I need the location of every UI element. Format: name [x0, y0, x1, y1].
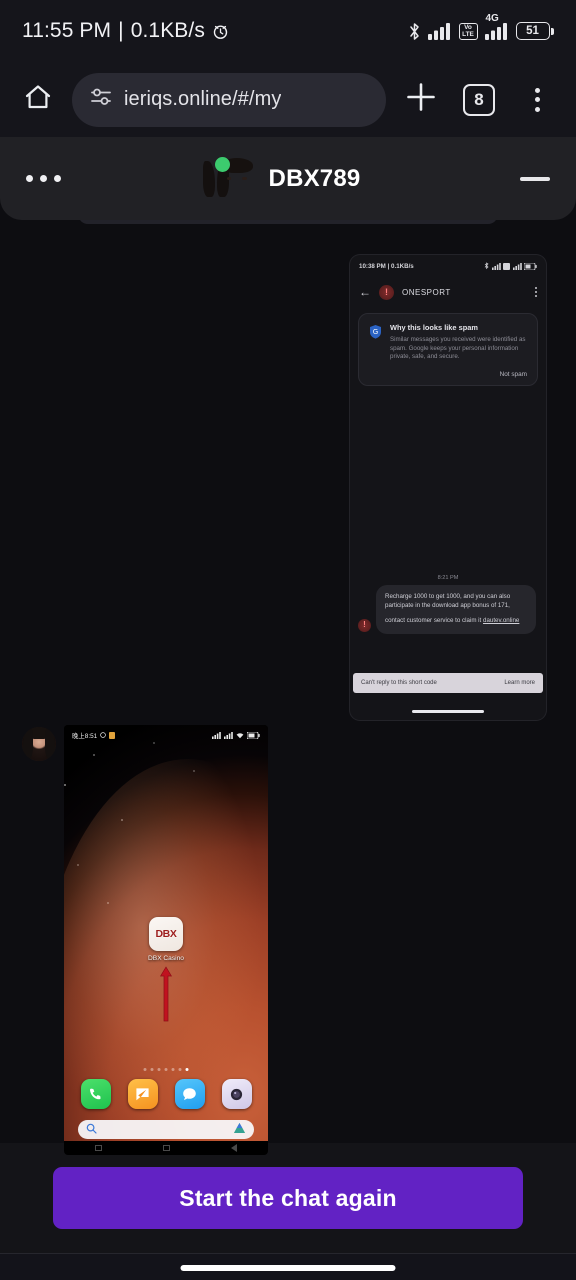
- spam-notice-title: Why this looks like spam: [390, 323, 478, 332]
- camera-app-icon[interactable]: [221, 1079, 252, 1109]
- battery-icon: 51: [515, 22, 554, 40]
- nested-home-status-right: [212, 731, 260, 739]
- network-type-icon: 4G: [484, 13, 509, 40]
- sms-timestamp: 8:21 PM: [437, 575, 459, 581]
- notification-badge-icon: [109, 731, 116, 739]
- sender-alert-icon: !: [379, 284, 394, 300]
- page-info-icon[interactable]: [90, 86, 112, 113]
- chat-message-list[interactable]: 10:38 PM | 0.1KB/s ← ! ONESPORT G Why th…: [0, 220, 576, 1170]
- more-options-icon[interactable]: [26, 175, 61, 182]
- agent-avatar: [22, 727, 56, 761]
- chat-footer: Start the chat again: [0, 1143, 576, 1253]
- chat-agent-identity: DBX789: [0, 156, 576, 200]
- home-icon: [23, 82, 53, 117]
- browser-toolbar: ieriqs.online/#/my 8: [0, 62, 576, 137]
- home-dock: [64, 1079, 268, 1109]
- alarm-clock-icon: [212, 23, 229, 40]
- messages-app-icon[interactable]: [127, 1079, 158, 1109]
- overflow-menu-icon[interactable]: [535, 287, 537, 297]
- tab-switcher-button[interactable]: 8: [456, 77, 502, 123]
- sms-sender-name: ONESPORT: [402, 287, 451, 297]
- phone-app-icon[interactable]: [80, 1079, 111, 1109]
- volte-icon: Vo LTE: [458, 22, 478, 40]
- nested-status-right: [484, 262, 537, 270]
- home-nav-icon[interactable]: [162, 1145, 170, 1151]
- sms-footer-note: Can't reply to this short code: [361, 680, 437, 686]
- home-indicator[interactable]: [180, 1265, 396, 1271]
- start-chat-again-button[interactable]: Start the chat again: [53, 1167, 523, 1229]
- chat-widget-header: DBX789: [0, 137, 576, 220]
- nested-home-indicator: [412, 710, 484, 713]
- agent-avatar: [202, 156, 258, 200]
- tab-count-badge: 8: [463, 83, 495, 116]
- nested-home-status-left: 晚上8:51: [72, 731, 116, 740]
- recents-nav-icon[interactable]: [94, 1145, 102, 1151]
- dbx-casino-app-label: DBX Casino: [148, 955, 184, 962]
- sms-message-link[interactable]: dautev.online: [483, 617, 519, 626]
- bluetooth-icon: [408, 22, 421, 41]
- battery-level-text: 51: [515, 22, 550, 40]
- dbx-casino-app-shortcut[interactable]: DBX DBX Casino: [142, 917, 190, 962]
- back-nav-icon[interactable]: [231, 1144, 238, 1152]
- nested-status-bar: 10:38 PM | 0.1KB/s: [350, 255, 546, 277]
- shield-spam-icon: G: [369, 324, 382, 378]
- spam-notice-card: G Why this looks like spam Similar messa…: [358, 313, 538, 386]
- assistant-icon[interactable]: [233, 1121, 246, 1139]
- svg-text:G: G: [373, 328, 378, 336]
- back-arrow-icon[interactable]: ←: [359, 286, 371, 298]
- sender-alert-icon: !: [358, 618, 371, 632]
- message-image-home-screenshot[interactable]: 晚上8:51 DBX DBX Casino: [64, 725, 268, 1155]
- system-gesture-bar: [0, 1253, 576, 1280]
- status-bar-left: 11:55 PM | 0.1KB/s: [22, 19, 229, 43]
- search-icon: [86, 1121, 97, 1139]
- minimize-icon[interactable]: [520, 176, 550, 181]
- online-status-dot: [214, 156, 230, 172]
- new-tab-button[interactable]: [398, 77, 444, 123]
- spam-notice-body: Similar messages you received were ident…: [390, 336, 526, 360]
- sms-reply-disabled-bar: Can't reply to this short code Learn mor…: [353, 673, 543, 693]
- chat-app-icon[interactable]: [174, 1079, 205, 1109]
- battery-nub: [551, 27, 554, 35]
- scrolled-message-remnant: [78, 220, 498, 224]
- home-page-indicator: [143, 1068, 189, 1071]
- dbx-icon-glyph: DBX: [155, 928, 177, 940]
- incoming-message-row: 晚上8:51 DBX DBX Casino: [22, 725, 268, 1155]
- nested-app-bar: ← ! ONESPORT: [350, 277, 546, 307]
- address-bar[interactable]: ieriqs.online/#/my: [72, 72, 386, 127]
- home-button[interactable]: [16, 78, 60, 122]
- not-spam-button[interactable]: Not spam: [390, 371, 527, 378]
- home-status-time: 晚上8:51: [72, 732, 98, 740]
- status-bar-clock: 11:55 PM: [22, 19, 112, 42]
- sms-message-row: ! Recharge 1000 to get 1000, and you can…: [358, 585, 536, 634]
- signal-bars-icon: [427, 22, 452, 40]
- status-bar-network-speed: 0.1KB/s: [130, 19, 205, 42]
- status-bar-right: Vo LTE 4G 51: [408, 13, 554, 41]
- android-status-bar: 11:55 PM | 0.1KB/s Vo LTE 4G 51: [0, 0, 576, 62]
- nested-nav-bar: [64, 1141, 268, 1155]
- status-bar-separator: |: [118, 19, 124, 42]
- browser-menu-button[interactable]: [514, 77, 560, 123]
- nested-home-status-bar: 晚上8:51: [64, 725, 268, 745]
- overflow-menu-icon: [534, 87, 540, 112]
- red-up-arrow-icon: [158, 965, 174, 1028]
- nested-status-left: 10:38 PM | 0.1KB/s: [359, 262, 414, 270]
- home-search-bar[interactable]: [78, 1120, 254, 1139]
- message-image-sms-screenshot[interactable]: 10:38 PM | 0.1KB/s ← ! ONESPORT G Why th…: [350, 255, 546, 720]
- agent-name: DBX789: [268, 164, 361, 192]
- url-text[interactable]: ieriqs.online/#/my: [124, 88, 281, 111]
- dbx-casino-app-icon: DBX: [149, 917, 183, 951]
- plus-icon: [404, 80, 438, 119]
- browser-window: 11:55 PM | 0.1KB/s Vo LTE 4G 51 ieriqs.o…: [0, 0, 576, 1280]
- sms-learn-more-link[interactable]: Learn more: [504, 680, 535, 686]
- sms-message-bubble: Recharge 1000 to get 1000, and you can a…: [376, 585, 536, 634]
